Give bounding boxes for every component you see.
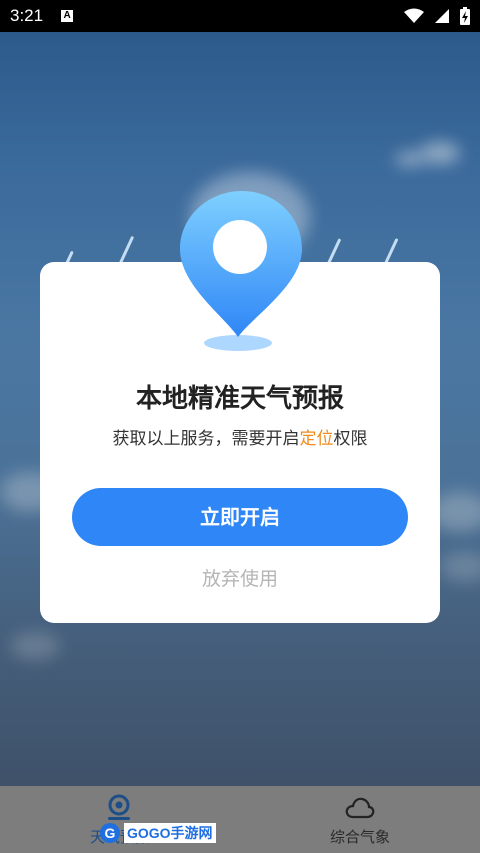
cloud-icon — [345, 797, 375, 819]
signal-icon — [435, 9, 449, 23]
location-icon — [108, 794, 130, 820]
dialog-subtitle: 获取以上服务，需要开启定位权限 — [40, 424, 440, 449]
subtitle-suffix: 权限 — [333, 429, 368, 449]
status-bar: 3:21 A — [0, 0, 480, 32]
watermark-text: GOGO手游网 — [124, 823, 216, 843]
give-up-button[interactable]: 放弃使用 — [40, 564, 440, 591]
wifi-icon — [404, 8, 424, 23]
battery-icon — [460, 7, 470, 25]
watermark-logo-icon: G — [100, 823, 120, 843]
bottom-nav: 天气预报 综合气象 — [0, 786, 480, 853]
watermark: G GOGO手游网 — [100, 822, 216, 844]
subtitle-highlight: 定位 — [299, 429, 334, 449]
location-pin-icon — [180, 191, 302, 351]
enable-location-button[interactable]: 立即开启 — [72, 488, 408, 546]
dialog-title: 本地精准天气预报 — [135, 384, 344, 414]
tab-comprehensive-weather[interactable]: 综合气象 — [260, 786, 460, 853]
status-time: 3:21 — [10, 6, 44, 25]
notification-icon: A — [61, 10, 74, 22]
tab-label: 综合气象 — [329, 828, 390, 846]
subtitle-text: 获取以上服务，需要开启 — [112, 429, 300, 449]
status-icons — [404, 7, 470, 25]
